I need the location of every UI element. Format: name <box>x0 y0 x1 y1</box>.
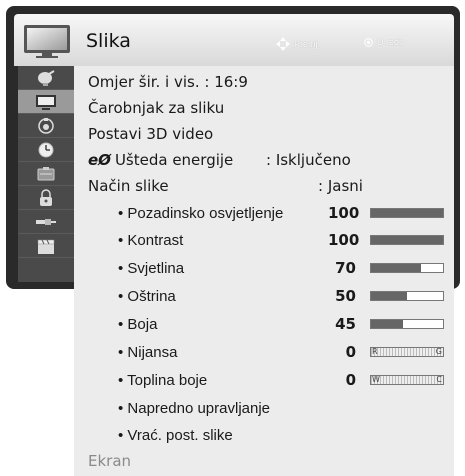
sharpness-value: 50 <box>335 287 356 305</box>
color-temperature-value: 0 <box>345 371 356 389</box>
contrast-slider[interactable] <box>370 235 444 245</box>
contrast-row[interactable]: • Kontrast 100 <box>74 228 454 252</box>
color-temperature-right-mark: C <box>436 375 442 384</box>
3d-video-label: Postavi 3D video <box>88 125 214 143</box>
move-hint-label: Premj. <box>294 39 321 49</box>
backlight-slider[interactable] <box>370 208 444 218</box>
energy-saving-label: Ušteda energije <box>114 151 234 169</box>
tint-value: 0 <box>345 343 356 361</box>
energy-saving-value: : Isključeno <box>266 151 351 169</box>
clock-icon <box>38 142 54 157</box>
backlight-label: • Pozadinsko osvjetljenje <box>118 204 284 222</box>
sharpness-row[interactable]: • Oštrina 50 <box>74 284 454 308</box>
lock-icon <box>40 188 52 206</box>
sidebar-item-time[interactable] <box>18 138 74 162</box>
screen-label: Ekran <box>88 452 132 470</box>
picture-reset-label: • Vrać. post. slike <box>118 426 233 444</box>
sidebar-item-media[interactable] <box>18 234 74 258</box>
menu-header: Slika Premj. U redu <box>14 14 454 66</box>
sidebar-item-input[interactable] <box>18 210 74 234</box>
navigation-arrows-icon <box>276 37 290 51</box>
color-temperature-row[interactable]: • Toplina boje 0 W C <box>74 368 454 392</box>
brightness-slider[interactable] <box>370 263 444 273</box>
tv-picture-icon <box>36 94 56 110</box>
color-value: 45 <box>335 315 356 333</box>
backlight-value: 100 <box>328 204 360 222</box>
satellite-dish-icon <box>38 69 55 86</box>
picture-wizard-row[interactable]: Čarobnjak za sliku <box>74 96 454 120</box>
aspect-ratio-row[interactable]: Omjer šir. i vis. : 16:9 <box>74 70 454 94</box>
options-icon <box>37 166 55 180</box>
input-cable-icon <box>36 218 56 225</box>
sharpness-slider[interactable] <box>370 291 444 301</box>
tint-left-mark: R <box>372 347 378 356</box>
tint-label: • Nijansa <box>118 343 178 361</box>
brightness-row[interactable]: • Svjetlina 70 <box>74 256 454 280</box>
sidebar-item-audio[interactable] <box>18 114 74 138</box>
color-temperature-left-mark: W <box>372 375 380 384</box>
brightness-label: • Svjetlina <box>118 259 185 277</box>
color-row[interactable]: • Boja 45 <box>74 312 454 336</box>
color-temperature-slider[interactable]: W C <box>370 375 444 385</box>
picture-wizard-label: Čarobnjak za sliku <box>88 99 225 117</box>
picture-settings-list: Omjer šir. i vis. : 16:9 Čarobnjak za sl… <box>74 66 454 476</box>
color-slider[interactable] <box>370 319 444 329</box>
ok-hint: U redu <box>364 37 404 47</box>
picture-mode-value: : Jasni <box>318 177 363 195</box>
color-temperature-label: • Toplina boje <box>118 371 208 389</box>
sidebar-item-options[interactable] <box>18 162 74 186</box>
sidebar-item-lock[interactable] <box>18 186 74 210</box>
tv-picture-icon <box>24 25 70 58</box>
contrast-label: • Kontrast <box>118 231 184 249</box>
sidebar-item-channels[interactable] <box>18 66 74 90</box>
brightness-value: 70 <box>335 259 356 277</box>
picture-menu-osd: Slika Premj. U redu Omjer šir. i vis.: … <box>0 0 465 476</box>
backlight-row[interactable]: • Pozadinsko osvjetljenje 100 <box>74 201 454 225</box>
sharpness-label: • Oštrina <box>118 287 176 305</box>
color-label: • Boja <box>118 315 158 333</box>
advanced-control-label: • Napredno upravljanje <box>118 399 271 417</box>
category-sidebar <box>18 66 74 282</box>
3d-video-row[interactable]: Postavi 3D video <box>74 122 454 146</box>
picture-mode-label: Način slike <box>88 177 169 195</box>
ok-hint-label: U redu <box>377 37 405 47</box>
picture-reset-row[interactable]: • Vrać. post. slike <box>74 423 454 447</box>
speaker-icon <box>38 117 54 134</box>
tint-slider[interactable]: R G <box>370 347 444 357</box>
picture-mode-row[interactable]: Način slike : Jasni <box>74 174 454 198</box>
tint-right-mark: G <box>435 347 442 356</box>
eco-icon: eØ <box>88 151 111 169</box>
ok-button-icon <box>364 37 373 47</box>
tint-row[interactable]: • Nijansa 0 R G <box>74 340 454 364</box>
move-hint: Premj. <box>276 37 320 51</box>
screen-row[interactable]: Ekran <box>74 449 454 473</box>
aspect-ratio-label: Omjer šir. i vis. : 16:9 <box>88 73 248 91</box>
energy-saving-row[interactable]: eØ Ušteda energije : Isključeno <box>74 148 454 172</box>
page-title: Slika <box>86 30 131 52</box>
contrast-value: 100 <box>328 231 360 249</box>
clapperboard-icon <box>37 239 55 254</box>
advanced-control-row[interactable]: • Napredno upravljanje <box>74 396 454 420</box>
sidebar-item-picture[interactable] <box>18 90 74 114</box>
